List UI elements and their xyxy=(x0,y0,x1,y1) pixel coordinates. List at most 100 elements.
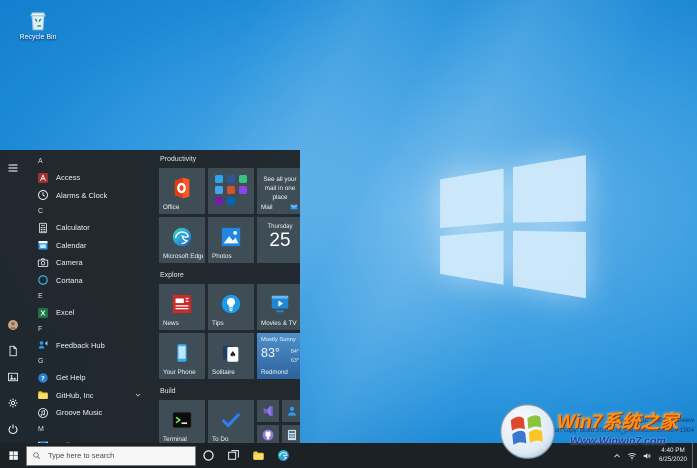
tile-group-header: Productivity xyxy=(160,156,300,163)
calculator-grid-icon xyxy=(286,429,299,442)
rail-button-documents[interactable] xyxy=(0,340,25,362)
svg-text:♠: ♠ xyxy=(229,349,236,359)
tile-label: Mail xyxy=(261,204,273,211)
chevron-up-icon xyxy=(612,451,622,461)
taskbar-button-task-view[interactable] xyxy=(221,443,246,468)
app-item-alarms-clock[interactable]: Alarms & Clock xyxy=(28,187,149,205)
your-phone-icon xyxy=(171,342,193,364)
folder-icon xyxy=(252,449,265,462)
app-item-label: Feedback Hub xyxy=(56,341,105,350)
app-item-access[interactable]: Access xyxy=(28,169,149,187)
start-menu-rail xyxy=(0,150,25,443)
taskbar-search[interactable] xyxy=(26,446,196,466)
tile-label: Office xyxy=(163,204,203,211)
app-list-section-m[interactable]: M xyxy=(28,422,149,437)
search-input[interactable] xyxy=(46,450,168,461)
rail-button-menu[interactable] xyxy=(0,157,25,179)
cortana-ring-icon xyxy=(202,449,215,462)
alarms-clock-icon xyxy=(37,189,49,201)
tile-to-do[interactable]: To Do xyxy=(208,400,254,443)
edge-icon xyxy=(277,449,290,462)
rail-button-pictures[interactable] xyxy=(0,366,25,388)
visual-studio-icon xyxy=(261,404,274,417)
volume-icon xyxy=(642,451,652,461)
weather-high: 84° xyxy=(291,348,299,357)
app-item-cortana[interactable]: Cortana xyxy=(28,272,149,290)
tile-photos[interactable]: Photos xyxy=(208,217,254,263)
solitaire-icon: ♠ xyxy=(220,342,242,364)
app-item-label: Camera xyxy=(56,258,83,267)
app-item-label: Access xyxy=(56,173,80,182)
app-item-label: Excel xyxy=(56,308,74,317)
mail-tile-message: See all your mail in one place xyxy=(261,176,299,202)
tile-microsoft-edge[interactable]: Microsoft Edge xyxy=(159,217,205,263)
desktop-icon-label: Recycle Bin xyxy=(20,34,57,41)
app-item-camera[interactable]: Camera xyxy=(28,254,149,272)
desktop-icon-recycle-bin[interactable]: Recycle Bin xyxy=(12,7,64,41)
tile-github[interactable] xyxy=(257,425,279,444)
tray-volume[interactable] xyxy=(640,443,655,468)
app-list-section-c[interactable]: C xyxy=(28,204,149,219)
app-list-section-a[interactable]: A xyxy=(28,154,149,169)
tile-tips[interactable]: Tips xyxy=(208,284,254,330)
to-do-icon xyxy=(220,409,242,431)
tile-label: Your Phone xyxy=(163,369,203,376)
tile-grid: Terminal To Do xyxy=(159,400,300,443)
tile-office[interactable]: Office xyxy=(159,168,205,214)
app-list-section-e[interactable]: E xyxy=(28,289,149,304)
tray-hidden-icons[interactable] xyxy=(610,443,625,468)
start-button[interactable] xyxy=(0,443,26,468)
app-item-calendar[interactable]: Calendar xyxy=(28,237,149,255)
tile-movies-tv[interactable]: Movies & TV xyxy=(257,284,300,330)
hamburger-icon xyxy=(7,162,19,174)
taskbar-clock[interactable]: 4:40 PM 6/25/2020 xyxy=(659,447,687,464)
tile-terminal[interactable]: Terminal xyxy=(159,400,205,443)
get-help-icon: ? xyxy=(37,372,49,384)
app-item-calculator[interactable]: Calculator xyxy=(28,219,149,237)
system-tray xyxy=(610,443,655,468)
rail-button-power[interactable] xyxy=(0,418,25,440)
tile-label: News xyxy=(163,320,203,327)
app-list-section-g[interactable]: G xyxy=(28,354,149,369)
show-desktop-button[interactable] xyxy=(692,443,697,468)
start-menu-tiles: Productivity Office See all your mail in o… xyxy=(149,150,300,443)
app-item-excel[interactable]: Excel xyxy=(28,304,149,322)
tile-microsoft-365[interactable] xyxy=(208,168,254,214)
app-item-label: Calculator xyxy=(56,223,90,232)
taskbar-button-file-explorer[interactable] xyxy=(246,443,271,468)
tile-visual-studio[interactable] xyxy=(257,400,279,422)
news-icon xyxy=(171,293,193,315)
tile-weather[interactable]: Mostly Sunny83°84°63°Redmond xyxy=(257,333,300,379)
tray-network[interactable] xyxy=(625,443,640,468)
weather-high-low: 84°63° xyxy=(291,348,299,365)
user-icon xyxy=(7,319,19,331)
tile-solitaire[interactable]: ♠Solitaire xyxy=(208,333,254,379)
taskbar-buttons xyxy=(196,443,296,468)
taskbar-button-cortana[interactable] xyxy=(196,443,221,468)
tile-your-phone[interactable]: Your Phone xyxy=(159,333,205,379)
tile-group-header: Build xyxy=(160,388,300,395)
app-list-section-f[interactable]: F xyxy=(28,322,149,337)
pictures-icon xyxy=(7,371,19,383)
tile-mail[interactable]: See all your mail in one place Mail xyxy=(257,168,300,214)
app-item-get-help[interactable]: ? Get Help xyxy=(28,369,149,387)
app-item-feedback-hub[interactable]: Feedback Hub xyxy=(28,337,149,355)
app-item-github-inc[interactable]: GitHub, Inc xyxy=(28,387,149,405)
tile-label: To Do xyxy=(212,436,252,443)
app-item-label: Get Help xyxy=(56,373,86,382)
tile-person[interactable] xyxy=(282,400,301,422)
edge-icon xyxy=(171,226,193,248)
insider-line2: Evaluation copy. Build 20152.rs_prerelea… xyxy=(532,426,694,436)
tile-calculator-grid[interactable] xyxy=(282,425,301,444)
windows-logo-icon xyxy=(432,152,594,304)
tile-group-explore: ExploreNewsTipsMovies & TVYour Phone♠Sol… xyxy=(159,272,300,379)
tile-grid: Office See all your mail in one place Mail… xyxy=(159,168,300,263)
rail-button-user[interactable] xyxy=(0,314,25,336)
movies-tv-icon xyxy=(269,293,291,315)
tile-news[interactable]: News xyxy=(159,284,205,330)
tile-calendar[interactable]: Thursday25 xyxy=(257,217,300,263)
m365-grid-icon xyxy=(215,175,247,203)
taskbar-button-edge[interactable] xyxy=(271,443,296,468)
app-item-groove-music[interactable]: Groove Music xyxy=(28,404,149,422)
rail-button-settings[interactable] xyxy=(0,392,25,414)
